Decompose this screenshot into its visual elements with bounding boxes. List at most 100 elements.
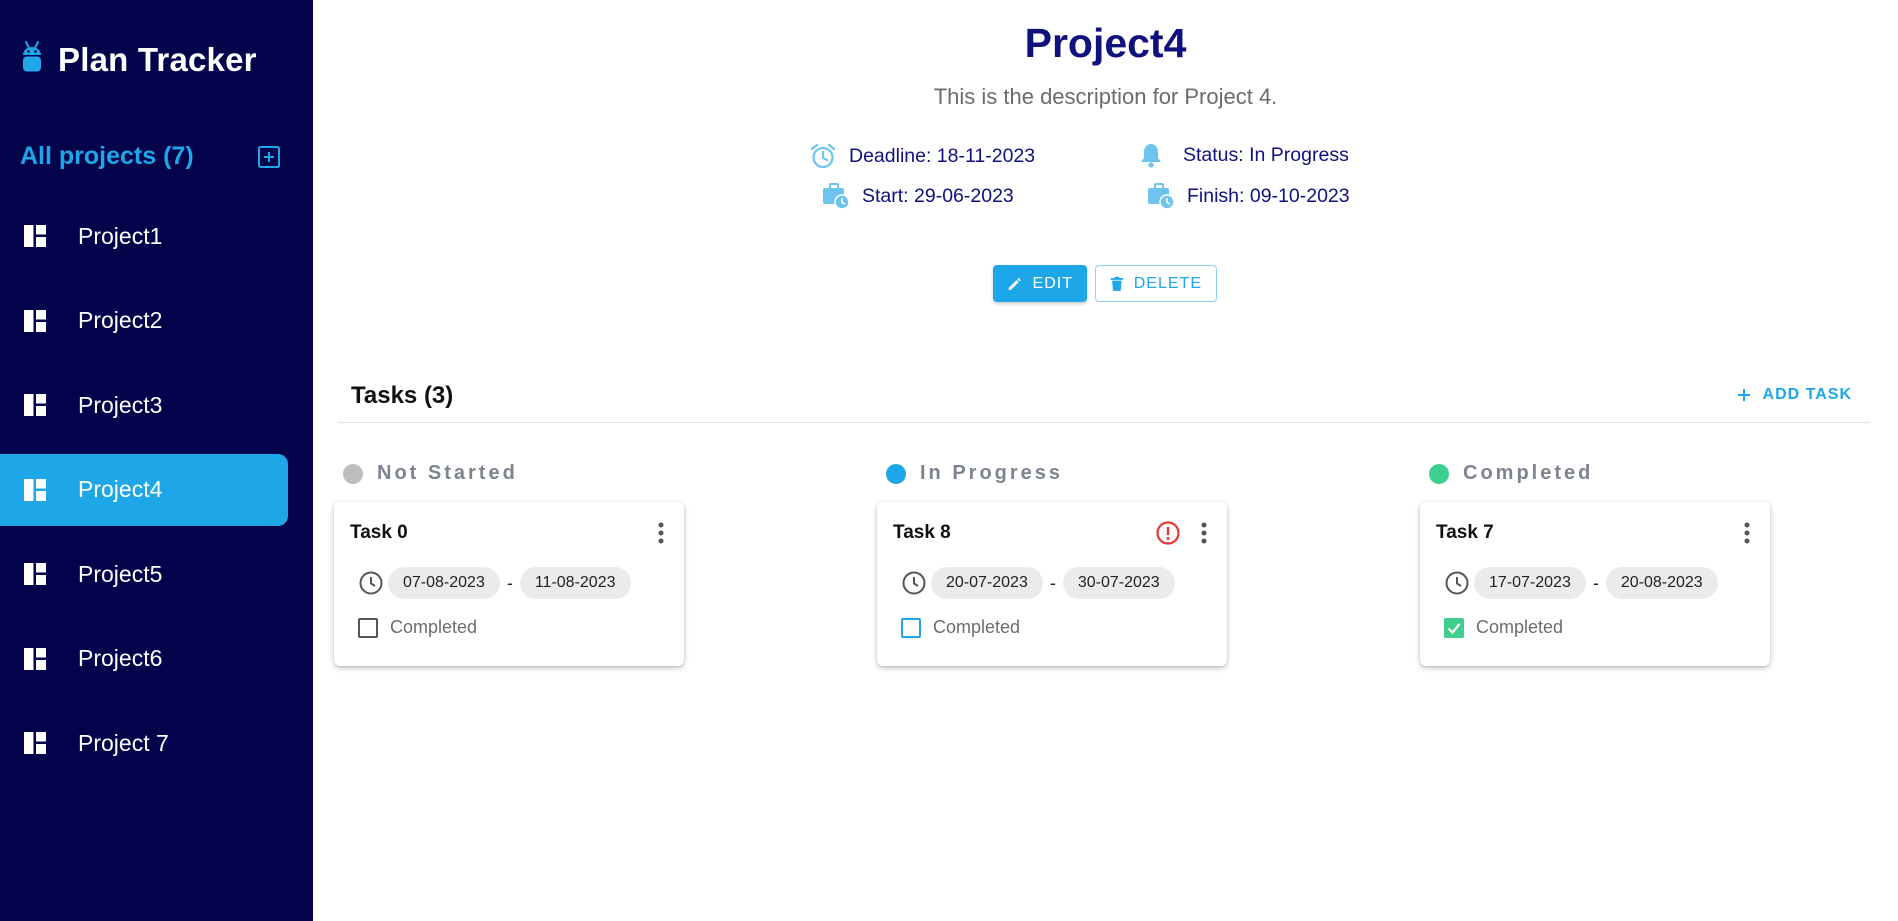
task-date-range: 20-07-2023-30-07-2023 — [901, 567, 1175, 599]
app-title: Plan Tracker — [58, 40, 257, 78]
date-separator: - — [1049, 572, 1056, 593]
more-vert-icon[interactable] — [1742, 520, 1752, 546]
checkbox-icon[interactable] — [901, 617, 921, 638]
deadline-text: Deadline: 18-11-2023 — [849, 144, 1036, 167]
dashboard-icon — [24, 563, 46, 585]
more-vert-icon[interactable] — [656, 520, 666, 546]
add-box-icon — [258, 145, 280, 168]
add-task-label: ADD TASK — [1762, 386, 1852, 403]
date-separator: - — [1592, 572, 1599, 593]
task-title: Task 7 — [1436, 522, 1494, 543]
dashboard-icon — [24, 647, 46, 670]
sidebar-project-item[interactable]: Project6 — [0, 623, 288, 695]
task-title: Task 0 — [350, 522, 408, 543]
alarm-icon — [809, 142, 837, 170]
start-date-chip: 20-07-2023 — [931, 567, 1043, 599]
status-text: Status: In Progress — [1183, 143, 1349, 166]
sidebar-project-item[interactable]: Project1 — [0, 200, 288, 272]
sidebar-project-label: Project6 — [78, 645, 163, 671]
start-date-chip: 07-08-2023 — [388, 567, 500, 599]
task-title: Task 8 — [893, 522, 951, 543]
dashboard-icon — [24, 394, 46, 416]
start-date-chip: 17-07-2023 — [1474, 567, 1586, 599]
column-header: Not Started — [343, 462, 518, 485]
plus-icon — [1737, 389, 1750, 401]
finish-text: Finish: 09-10-2023 — [1187, 184, 1350, 207]
completed-checkbox[interactable]: Completed — [901, 617, 1020, 638]
clock-icon — [902, 571, 926, 595]
task-card[interactable]: Task 0 07-08-2023-11-08-2023 Completed — [334, 502, 684, 666]
sidebar-project-label: Project2 — [78, 307, 163, 333]
checkbox-icon[interactable] — [358, 617, 378, 638]
edit-label: EDIT — [1032, 274, 1073, 292]
sidebar-project-label: Project 7 — [78, 729, 169, 756]
completed-checkbox[interactable]: Completed — [1444, 617, 1563, 638]
pencil-icon — [1008, 277, 1021, 290]
dashboard-icon — [24, 732, 46, 754]
status-info: Status: In Progress — [1139, 142, 1349, 168]
start-text: Start: 29-06-2023 — [862, 184, 1014, 207]
work-history-icon — [1147, 182, 1175, 210]
sidebar-project-label: Project1 — [78, 222, 163, 249]
sidebar: Plan Tracker All projects (7) Project1 Pr… — [0, 0, 313, 921]
start-info: Start: 29-06-2023 — [822, 182, 1014, 210]
sidebar-project-item[interactable]: Project 7 — [0, 707, 288, 779]
status-dot — [886, 463, 906, 484]
end-date-chip: 30-07-2023 — [1062, 567, 1175, 599]
sidebar-project-label: Project4 — [78, 476, 163, 502]
overdue-alert-icon — [1156, 521, 1180, 545]
checkbox-label: Completed — [1476, 617, 1564, 637]
dashboard-icon — [24, 309, 46, 332]
project-actions: EDIT DELETE — [993, 265, 1217, 302]
bell-icon — [1139, 142, 1163, 168]
deadline-info: Deadline: 18-11-2023 — [809, 142, 1035, 170]
more-vert-icon[interactable] — [1199, 520, 1209, 546]
project-title: Project4 — [1024, 20, 1187, 66]
checkbox-checked-icon[interactable] — [1444, 617, 1464, 638]
project-description: This is the description for Project 4. — [933, 84, 1278, 109]
task-date-range: 07-08-2023-11-08-2023 — [358, 567, 631, 599]
finish-info: Finish: 09-10-2023 — [1147, 182, 1350, 210]
checkbox-label: Completed — [933, 617, 1021, 637]
project-list: Project1 Project2 Project3 Project4 Project5… — [0, 200, 313, 792]
all-projects-header: All projects (7) — [20, 142, 282, 171]
column-header: Completed — [1429, 462, 1593, 485]
sidebar-project-item[interactable]: Project5 — [0, 538, 288, 610]
sidebar-project-item[interactable]: Project3 — [0, 369, 288, 441]
add-project-button[interactable] — [256, 144, 282, 170]
edit-button[interactable]: EDIT — [993, 265, 1087, 302]
task-date-range: 17-07-2023-20-08-2023 — [1444, 567, 1718, 599]
clock-icon — [359, 571, 383, 595]
column-label: Completed — [1463, 462, 1594, 484]
tasks-title: Tasks (3) — [351, 382, 454, 409]
trash-icon — [1110, 276, 1123, 291]
sidebar-project-label: Project5 — [78, 560, 163, 587]
tasks-header: Tasks (3) ADD TASK — [338, 382, 1870, 423]
checkbox-label: Completed — [390, 617, 478, 637]
end-date-chip: 11-08-2023 — [519, 567, 631, 599]
dashboard-icon — [24, 225, 46, 247]
column-header: In Progress — [886, 462, 1063, 485]
android-logo-icon — [20, 40, 44, 79]
completed-checkbox[interactable]: Completed — [358, 617, 477, 638]
delete-label: DELETE — [1133, 274, 1202, 292]
main-content: Project4 This is the description for Pro… — [313, 0, 1898, 921]
status-dot — [343, 463, 363, 484]
work-history-icon — [822, 182, 850, 210]
end-date-chip: 20-08-2023 — [1605, 567, 1718, 599]
status-dot — [1429, 463, 1449, 484]
sidebar-project-item[interactable]: Project2 — [0, 285, 288, 357]
delete-button[interactable]: DELETE — [1095, 265, 1217, 302]
task-card[interactable]: Task 7 17-07-2023-20-08-2023 Completed — [1420, 502, 1770, 666]
column-label: Not Started — [377, 462, 518, 484]
sidebar-project-label: Project3 — [78, 391, 163, 418]
task-card[interactable]: Task 8 20-07-2023-30-07-2023 Completed — [877, 502, 1227, 666]
column-label: In Progress — [920, 462, 1064, 484]
add-task-button[interactable]: ADD TASK — [1737, 386, 1852, 404]
dashboard-icon — [24, 478, 46, 501]
clock-icon — [1445, 571, 1469, 595]
brand[interactable]: Plan Tracker — [20, 40, 257, 79]
sidebar-project-item[interactable]: Project4 — [0, 453, 288, 526]
date-separator: - — [506, 572, 513, 593]
all-projects-label[interactable]: All projects (7) — [20, 142, 194, 171]
